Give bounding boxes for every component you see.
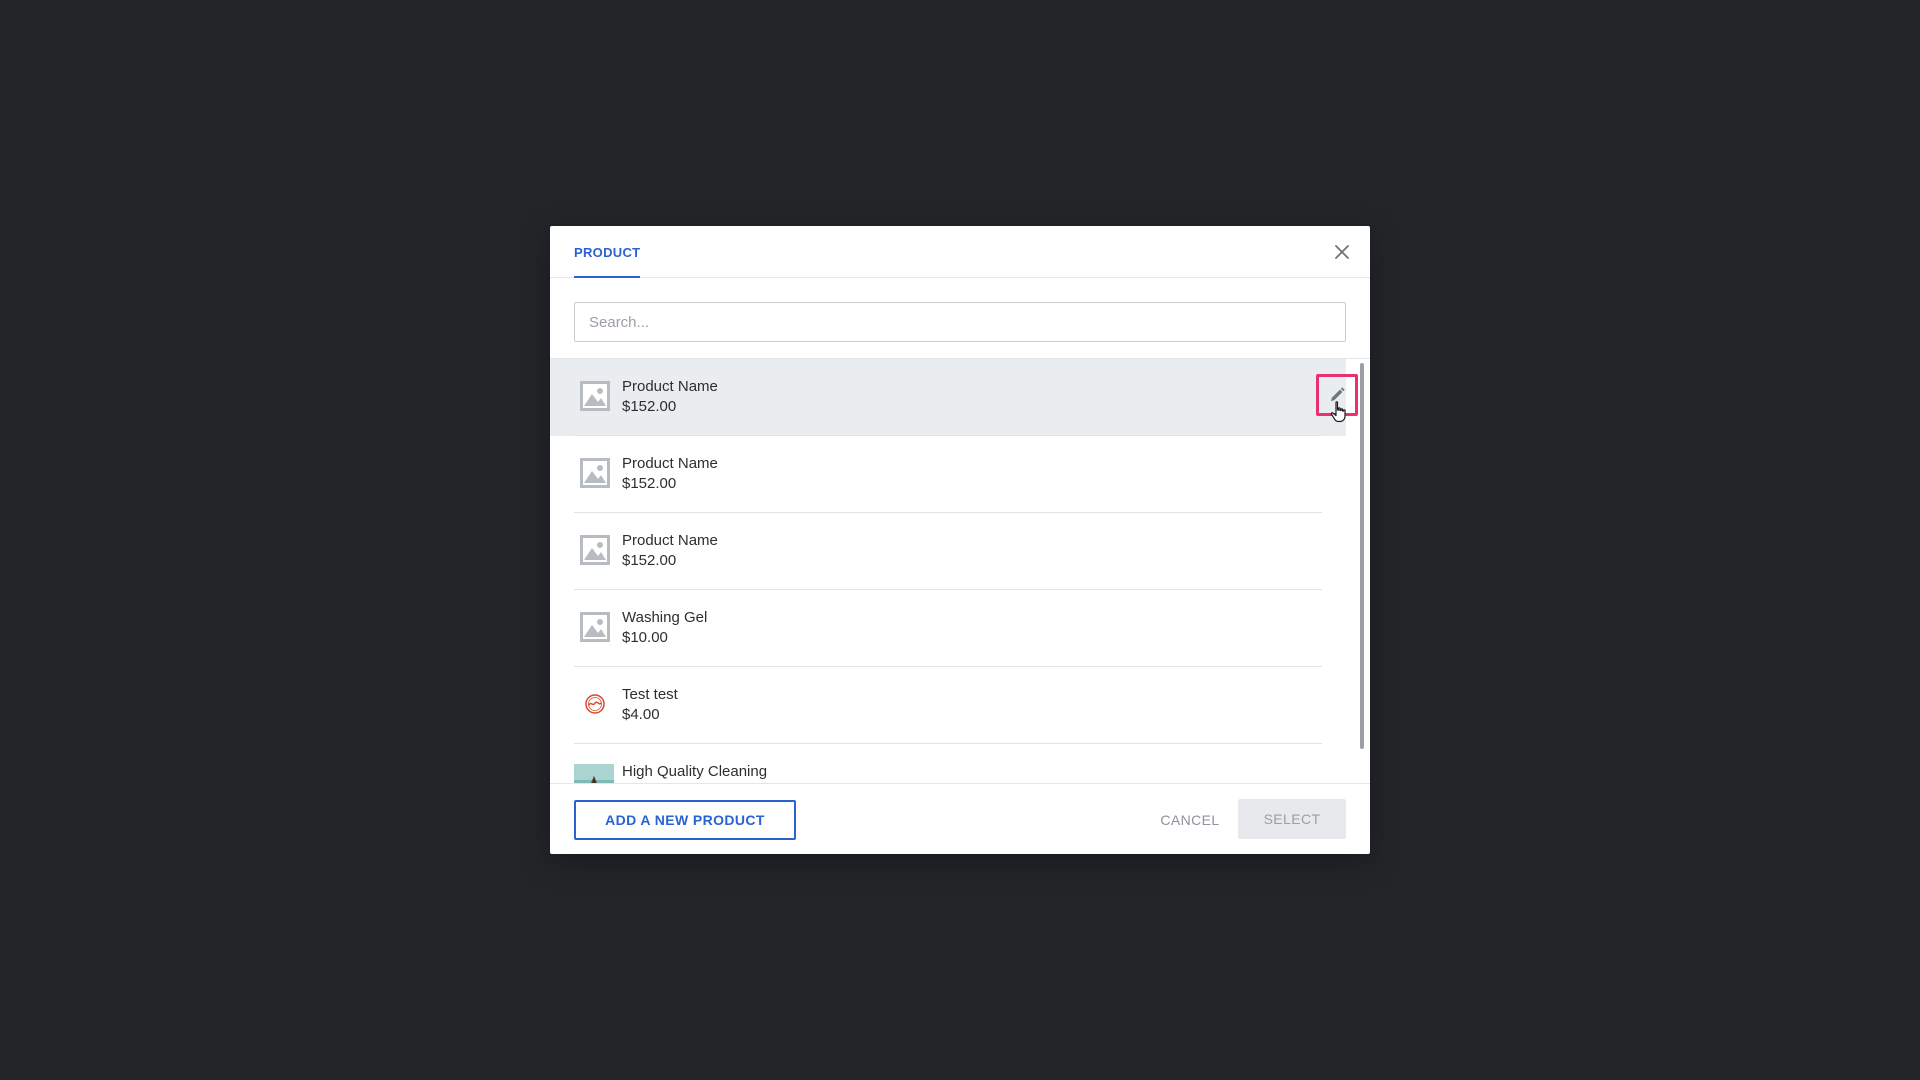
search-box bbox=[574, 302, 1346, 342]
item-price: $152.00 bbox=[622, 475, 677, 492]
list-item[interactable]: Product Name $152.00 bbox=[550, 359, 1358, 436]
tab-product[interactable]: PRODUCT bbox=[574, 226, 641, 278]
logo-stamp-icon bbox=[585, 694, 605, 714]
image-placeholder-icon bbox=[580, 381, 610, 411]
photo-thumbnail bbox=[574, 764, 614, 784]
item-name: Product Name bbox=[622, 532, 718, 549]
item-name: Test test bbox=[622, 686, 678, 703]
item-name: Washing Gel bbox=[622, 609, 708, 626]
search-input[interactable] bbox=[574, 302, 1346, 342]
item-price: $4.00 bbox=[622, 706, 660, 723]
item-name: High Quality Cleaning bbox=[622, 763, 768, 780]
list-scrollbar[interactable] bbox=[1360, 363, 1364, 749]
modal-header: PRODUCT bbox=[550, 226, 1370, 278]
list-item[interactable]: Product Name $152.00 bbox=[550, 513, 1346, 590]
item-price: $152.00 bbox=[622, 398, 677, 415]
product-picker-modal: PRODUCT Product Name $152.00 bbox=[550, 226, 1370, 854]
item-name: Product Name bbox=[622, 378, 718, 395]
add-new-product-button[interactable]: ADD A NEW PRODUCT bbox=[574, 800, 796, 840]
list-item[interactable]: Washing Gel $10.00 bbox=[550, 590, 1346, 667]
list-item[interactable]: Product Name $152.00 bbox=[550, 436, 1346, 513]
select-button[interactable]: SELECT bbox=[1238, 799, 1346, 839]
item-price: $10.00 bbox=[622, 629, 668, 646]
list-item[interactable]: Test test $4.00 bbox=[550, 667, 1346, 744]
close-button[interactable] bbox=[1330, 240, 1354, 264]
item-name: Product Name bbox=[622, 455, 718, 472]
item-price: $152.00 bbox=[622, 552, 677, 569]
list-item[interactable]: High Quality Cleaning bbox=[550, 744, 1346, 784]
product-list: Product Name $152.00 Product Name $152.0… bbox=[550, 358, 1370, 784]
image-placeholder-icon bbox=[580, 535, 610, 565]
cancel-button[interactable]: CANCEL bbox=[1140, 800, 1240, 840]
hand-pointer-icon bbox=[1330, 401, 1346, 423]
image-placeholder-icon bbox=[580, 458, 610, 488]
close-icon bbox=[1335, 245, 1349, 259]
image-placeholder-icon bbox=[580, 612, 610, 642]
modal-footer: ADD A NEW PRODUCT CANCEL SELECT bbox=[550, 783, 1370, 854]
